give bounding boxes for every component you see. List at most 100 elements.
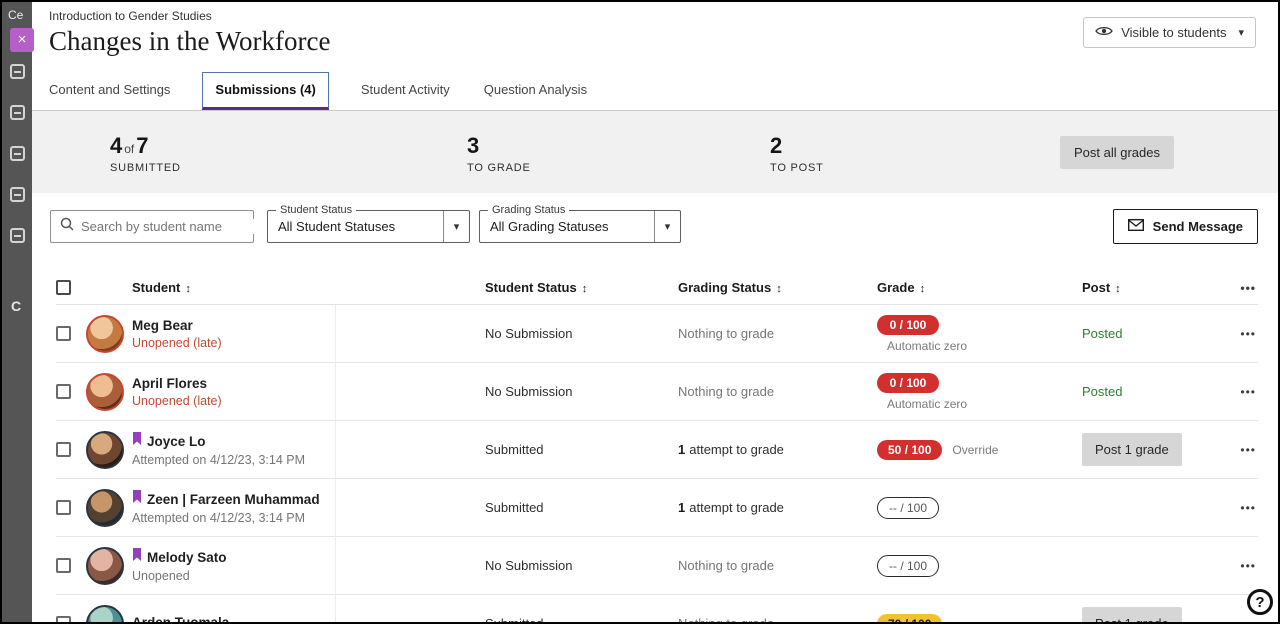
student-cell: Joyce Lo Attempted on 4/12/23, 3:14 PM (132, 432, 485, 467)
table-row[interactable]: Joyce Lo Attempted on 4/12/23, 3:14 PM S… (56, 421, 1258, 479)
grading-status-cell: Nothing to grade (678, 616, 877, 624)
student-cell: Melody Sato Unopened (132, 548, 485, 583)
student-status-dropdown[interactable]: Student Status All Student Statuses ▾ (267, 210, 470, 243)
app-window: Ce C × Introduction to Gender Studies Ch… (0, 0, 1280, 624)
avatar (86, 547, 124, 585)
post-all-grades-button[interactable]: Post all grades (1060, 136, 1174, 169)
column-header-grade[interactable]: Grade↕ (877, 280, 1082, 295)
sort-icon: ↕ (920, 283, 926, 295)
row-overflow-menu[interactable]: ••• (1240, 617, 1258, 624)
messages-icon[interactable] (10, 228, 25, 243)
select-all-checkbox[interactable] (56, 280, 71, 295)
grading-status-label: Grading Status (488, 204, 569, 216)
table-row[interactable]: April Flores Unopened (late) No Submissi… (56, 363, 1258, 421)
eye-icon (1095, 25, 1113, 40)
visibility-dropdown[interactable]: Visible to students ▾ (1083, 17, 1256, 48)
pencil-icon[interactable] (10, 187, 25, 202)
row-overflow-menu[interactable]: ••• (1240, 443, 1258, 457)
calendar-icon[interactable] (10, 64, 25, 79)
submission-detail: Unopened (late) (132, 336, 485, 350)
tab-question-analysis[interactable]: Question Analysis (482, 73, 589, 110)
submission-detail: Unopened (late) (132, 394, 485, 408)
column-header-post[interactable]: Post↕ (1082, 280, 1235, 295)
row-overflow-menu[interactable]: ••• (1240, 559, 1258, 573)
grade-pill[interactable]: 70 / 100 (877, 614, 942, 624)
course-sidebar: Ce C (2, 2, 32, 622)
header-overflow-menu[interactable]: ••• (1240, 281, 1258, 295)
posted-status: Posted (1082, 326, 1122, 341)
submitted-total: 7 (136, 133, 148, 158)
column-header-student-status[interactable]: Student Status↕ (485, 280, 678, 295)
post-grade-button[interactable]: Post 1 grade (1082, 607, 1182, 624)
student-status-label: Student Status (276, 204, 356, 216)
column-header-grading-status[interactable]: Grading Status↕ (678, 280, 877, 295)
to-grade-label: TO GRADE (467, 162, 531, 174)
sort-icon: ↕ (1115, 283, 1121, 295)
student-cell: April Flores Unopened (late) (132, 376, 485, 408)
post-cell: Posted (1082, 383, 1235, 401)
visibility-label: Visible to students (1121, 25, 1226, 40)
send-message-label: Send Message (1153, 219, 1243, 234)
document-icon[interactable] (10, 105, 25, 120)
grade-note: Automatic zero (877, 397, 1082, 411)
student-name[interactable]: Melody Sato (147, 550, 227, 565)
student-cell: Zeen | Farzeen Muhammad Attempted on 4/1… (132, 490, 485, 525)
tab-student-activity[interactable]: Student Activity (359, 73, 452, 110)
table-row[interactable]: Arden Tuomala Submitted Nothing to grade… (56, 595, 1258, 624)
submission-detail: Attempted on 4/12/23, 3:14 PM (132, 511, 485, 525)
column-header-student[interactable]: Student↕ (132, 280, 485, 295)
stat-submitted: 4of7 SUBMITTED (110, 133, 181, 174)
student-name[interactable]: Zeen | Farzeen Muhammad (147, 492, 320, 507)
tab-content-and-settings[interactable]: Content and Settings (47, 73, 172, 110)
row-checkbox[interactable] (56, 326, 71, 341)
close-icon: × (18, 31, 27, 48)
student-name[interactable]: Meg Bear (132, 318, 193, 333)
post-cell: Posted (1082, 325, 1235, 343)
tab-submissions[interactable]: Submissions (4) (202, 72, 328, 110)
grading-status-dropdown[interactable]: Grading Status All Grading Statuses ▾ (479, 210, 681, 243)
grade-note: Override (952, 443, 998, 457)
grade-pill[interactable]: -- / 100 (877, 497, 939, 519)
student-status-cell: No Submission (485, 558, 678, 573)
search-icon (60, 217, 74, 236)
chevron-down-icon: ▾ (443, 211, 469, 242)
bookmark-flag-icon (132, 490, 142, 508)
tab-bar: Content and Settings Submissions (4) Stu… (32, 70, 1278, 111)
help-button[interactable]: ? (1247, 589, 1273, 615)
student-status-cell: No Submission (485, 384, 678, 399)
submission-detail: Attempted on 4/12/23, 3:14 PM (132, 453, 485, 467)
post-grade-button[interactable]: Post 1 grade (1082, 433, 1182, 466)
row-checkbox[interactable] (56, 558, 71, 573)
stat-to-post: 2 TO POST (770, 133, 824, 174)
grade-cell: 70 / 100 (877, 614, 1082, 624)
row-checkbox[interactable] (56, 616, 71, 624)
student-name[interactable]: Joyce Lo (147, 434, 206, 449)
table-row[interactable]: Meg Bear Unopened (late) No Submission N… (56, 305, 1258, 363)
grade-note: Automatic zero (877, 339, 1082, 353)
chevron-down-icon: ▾ (654, 211, 680, 242)
grade-pill[interactable]: 50 / 100 (877, 440, 942, 460)
student-name[interactable]: Arden Tuomala (132, 615, 229, 624)
grading-status-cell: Nothing to grade (678, 384, 877, 399)
table-row[interactable]: Melody Sato Unopened No Submission Nothi… (56, 537, 1258, 595)
student-status-cell: Submitted (485, 442, 678, 457)
grade-pill[interactable]: 0 / 100 (877, 373, 939, 393)
student-name[interactable]: April Flores (132, 376, 207, 391)
row-overflow-menu[interactable]: ••• (1240, 327, 1258, 341)
avatar (86, 605, 124, 624)
send-message-button[interactable]: Send Message (1113, 209, 1258, 244)
grade-pill[interactable]: -- / 100 (877, 555, 939, 577)
row-checkbox[interactable] (56, 384, 71, 399)
gradebook-icon[interactable] (10, 146, 25, 161)
search-input[interactable] (81, 219, 257, 234)
row-checkbox[interactable] (56, 442, 71, 457)
row-overflow-menu[interactable]: ••• (1240, 385, 1258, 399)
avatar (86, 373, 124, 411)
table-row[interactable]: Zeen | Farzeen Muhammad Attempted on 4/1… (56, 479, 1258, 537)
close-panel-button[interactable]: × (10, 28, 34, 52)
row-checkbox[interactable] (56, 500, 71, 515)
avatar (86, 489, 124, 527)
row-overflow-menu[interactable]: ••• (1240, 501, 1258, 515)
submitted-connector: of (122, 142, 136, 156)
grade-pill[interactable]: 0 / 100 (877, 315, 939, 335)
